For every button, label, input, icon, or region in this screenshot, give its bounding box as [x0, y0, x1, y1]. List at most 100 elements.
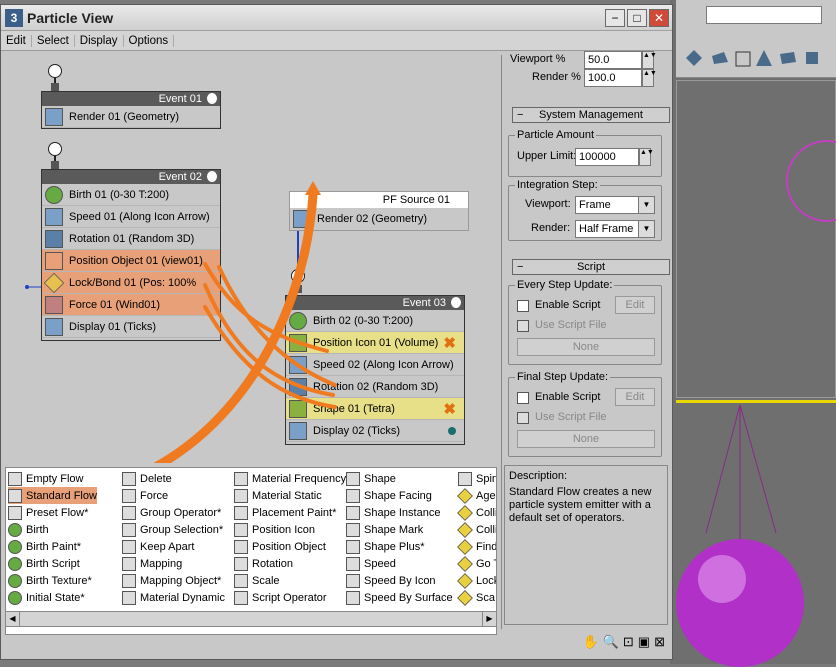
chevron-down-icon[interactable]: ▼ [638, 221, 654, 237]
zoom-icon[interactable]: 🔍 [603, 634, 619, 650]
event-02[interactable]: Event 02 Birth 01 (0-30 T:200) Speed 01 … [41, 169, 221, 341]
depot-item[interactable]: Standard Flow [8, 487, 97, 504]
event-01[interactable]: Event 01 Render 01 (Geometry) [41, 91, 221, 129]
viewport-pct-spinner[interactable]: 50.0 [584, 51, 642, 69]
int-render-select[interactable]: Half Frame ▼ [575, 220, 655, 238]
depot-item[interactable]: Material Dynamic [122, 589, 225, 606]
operator-row[interactable]: Birth 02 (0-30 T:200) [286, 310, 464, 332]
event-input-circle[interactable] [48, 64, 62, 78]
depot-item[interactable]: Age [457, 487, 496, 504]
edit-script-button[interactable]: Edit [615, 296, 655, 314]
int-viewport-select[interactable]: Frame ▼ [575, 196, 655, 214]
event-02-header[interactable]: Event 02 [42, 170, 220, 184]
menu-select[interactable]: Select [32, 34, 75, 47]
event-03-header[interactable]: Event 03 [286, 296, 464, 310]
viewport-top[interactable] [676, 80, 836, 398]
toolbar-icons[interactable] [684, 48, 834, 68]
depot-item[interactable]: Find [457, 538, 496, 555]
depot-item[interactable]: Birth Script [8, 555, 97, 572]
operator-row[interactable]: Render 01 (Geometry) [42, 106, 220, 128]
use-script-file-checkbox[interactable] [517, 320, 529, 332]
operator-row[interactable]: Shape 01 (Tetra) ✖ [286, 398, 464, 420]
event-01-header[interactable]: Event 01 [42, 92, 220, 106]
depot-item[interactable]: Shape Facing [346, 487, 453, 504]
depot-item[interactable]: Lock [457, 572, 496, 589]
operator-row[interactable]: Rotation 01 (Random 3D) [42, 228, 220, 250]
enable-script-checkbox[interactable] [517, 392, 529, 404]
depot-item[interactable]: Spin [458, 470, 496, 487]
depot-item[interactable]: Force [122, 487, 225, 504]
depot-item[interactable]: Initial State* [8, 589, 97, 606]
operator-row[interactable]: Speed 02 (Along Icon Arrow) [286, 354, 464, 376]
spinner-arrows-icon[interactable]: ▲▼ [642, 51, 657, 69]
operator-row[interactable]: Birth 01 (0-30 T:200) [42, 184, 220, 206]
depot-item[interactable]: Material Static [234, 487, 346, 504]
depot-item[interactable]: Shape Mark [346, 521, 453, 538]
depot-item[interactable]: Group Operator* [122, 504, 225, 521]
depot-item[interactable]: Shape Plus* [346, 538, 453, 555]
bulb-icon[interactable] [207, 93, 217, 104]
depot-item[interactable]: Speed By Surface [346, 589, 453, 606]
depot-item[interactable]: Birth Paint* [8, 538, 97, 555]
script-file-button[interactable]: None [517, 338, 655, 356]
close-button[interactable]: ✕ [649, 9, 669, 27]
operator-row[interactable]: Speed 01 (Along Icon Arrow) [42, 206, 220, 228]
event-input-circle[interactable] [291, 269, 305, 283]
depot-item[interactable]: Sca [457, 589, 496, 606]
pan-hand-icon[interactable]: ✋ [583, 634, 599, 650]
operator-row[interactable]: Position Object 01 (view01) [42, 250, 220, 272]
viewport-bottom[interactable] [676, 400, 836, 667]
operator-row[interactable]: Position Icon 01 (Volume) ✖ [286, 332, 464, 354]
upper-limit-spinner[interactable]: 100000 [575, 148, 639, 166]
event-03[interactable]: Event 03 Birth 02 (0-30 T:200) Position … [285, 295, 465, 445]
system-management-rollout[interactable]: − System Management [512, 107, 670, 123]
script-file-button[interactable]: None [517, 430, 655, 448]
depot-item[interactable]: Rotation [234, 555, 346, 572]
render-pct-spinner[interactable]: 100.0 [584, 69, 642, 87]
depot-item[interactable]: Speed [346, 555, 453, 572]
depot-item[interactable]: Mapping [122, 555, 225, 572]
use-script-file-checkbox[interactable] [517, 412, 529, 424]
menu-options[interactable]: Options [124, 34, 175, 47]
spinner-arrows-icon[interactable]: ▲▼ [642, 69, 657, 87]
pf-source-header[interactable]: PF Source 01 [290, 192, 468, 208]
depot-item[interactable]: Shape [346, 470, 453, 487]
toolbar-combo[interactable] [706, 6, 822, 24]
input-port[interactable] [51, 161, 59, 169]
operator-row[interactable]: Display 02 (Ticks) [286, 420, 464, 442]
operator-row[interactable]: Lock/Bond 01 (Pos: 100% [42, 272, 220, 294]
operator-depot[interactable]: Empty Flow Standard Flow Preset Flow* Bi… [5, 467, 497, 635]
spinner-arrows-icon[interactable]: ▲▼ [639, 148, 654, 166]
enable-script-checkbox[interactable] [517, 300, 529, 312]
depot-horizontal-scrollbar[interactable]: ◀ ▶ [5, 611, 497, 627]
script-rollout[interactable]: − Script [512, 259, 670, 275]
depot-item[interactable]: Speed By Icon [346, 572, 453, 589]
depot-item[interactable]: Group Selection* [122, 521, 225, 538]
depot-item[interactable]: Go T [457, 555, 496, 572]
depot-item[interactable]: Colli [457, 504, 496, 521]
operator-row[interactable]: Render 02 (Geometry) [290, 208, 468, 230]
input-port[interactable] [51, 83, 59, 91]
scroll-right-icon[interactable]: ▶ [482, 612, 496, 626]
depot-item[interactable]: Scale [234, 572, 346, 589]
chevron-down-icon[interactable]: ▼ [638, 197, 654, 213]
maximize-button[interactable]: □ [627, 9, 647, 27]
depot-item[interactable]: Position Object [234, 538, 346, 555]
depot-item[interactable]: Birth [8, 521, 97, 538]
minimize-button[interactable]: − [605, 9, 625, 27]
no-draw-icon[interactable]: ⊠ [654, 634, 665, 650]
bulb-icon[interactable] [207, 171, 217, 182]
depot-item[interactable]: Birth Texture* [8, 572, 97, 589]
depot-item[interactable]: Placement Paint* [234, 504, 346, 521]
depot-item[interactable]: Empty Flow [8, 470, 97, 487]
operator-row[interactable]: Rotation 02 (Random 3D) [286, 376, 464, 398]
particle-diagram-canvas[interactable]: Event 01 Render 01 (Geometry) Event 02 B… [5, 55, 497, 463]
operator-row[interactable]: Force 01 (Wind01) [42, 294, 220, 316]
edit-script-button[interactable]: Edit [615, 388, 655, 406]
zoom-extents-icon[interactable]: ▣ [638, 634, 650, 650]
menu-edit[interactable]: Edit [1, 34, 32, 47]
input-port[interactable] [294, 285, 302, 293]
scroll-left-icon[interactable]: ◀ [6, 612, 20, 626]
zoom-region-icon[interactable]: ⊡ [623, 634, 634, 650]
depot-item[interactable]: Colli [457, 521, 496, 538]
